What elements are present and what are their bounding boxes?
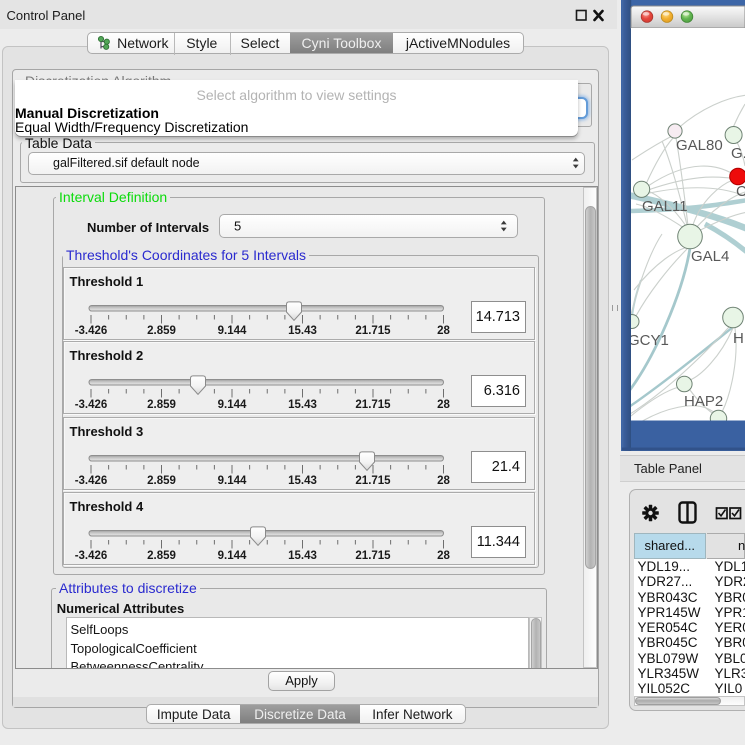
svg-text:28: 28	[437, 325, 450, 337]
svg-text:9.144: 9.144	[218, 399, 247, 411]
svg-text:21.715: 21.715	[355, 550, 391, 562]
svg-text:2.859: 2.859	[147, 550, 176, 562]
svg-text:-3.426: -3.426	[75, 399, 108, 411]
svg-text:9.144: 9.144	[218, 475, 247, 487]
svg-text:15.43: 15.43	[288, 475, 317, 487]
svg-text:H: H	[733, 330, 744, 347]
svg-text:GAL4: GAL4	[691, 248, 729, 265]
svg-text:GCY1: GCY1	[628, 332, 669, 349]
svg-text:15.43: 15.43	[288, 325, 317, 337]
svg-text:28: 28	[437, 550, 450, 562]
svg-text:GAL11: GAL11	[642, 198, 688, 215]
svg-text:GAL80: GAL80	[676, 137, 723, 154]
svg-text:2.859: 2.859	[147, 399, 176, 411]
svg-text:G..: G..	[731, 145, 745, 162]
svg-text:21.715: 21.715	[355, 399, 391, 411]
svg-text:15.43: 15.43	[288, 399, 317, 411]
svg-text:HAP2: HAP2	[684, 393, 723, 410]
svg-text:15.43: 15.43	[288, 550, 317, 562]
svg-text:28: 28	[437, 475, 450, 487]
svg-text:C: C	[736, 183, 745, 200]
svg-text:2.859: 2.859	[147, 475, 176, 487]
svg-text:-3.426: -3.426	[75, 475, 108, 487]
svg-text:2.859: 2.859	[147, 325, 176, 337]
svg-text:21.715: 21.715	[355, 325, 391, 337]
svg-text:-3.426: -3.426	[75, 550, 108, 562]
svg-text:9.144: 9.144	[218, 325, 247, 337]
svg-text:28: 28	[437, 399, 450, 411]
svg-text:9.144: 9.144	[218, 550, 247, 562]
svg-text:-3.426: -3.426	[75, 325, 108, 337]
svg-text:21.715: 21.715	[355, 475, 391, 487]
